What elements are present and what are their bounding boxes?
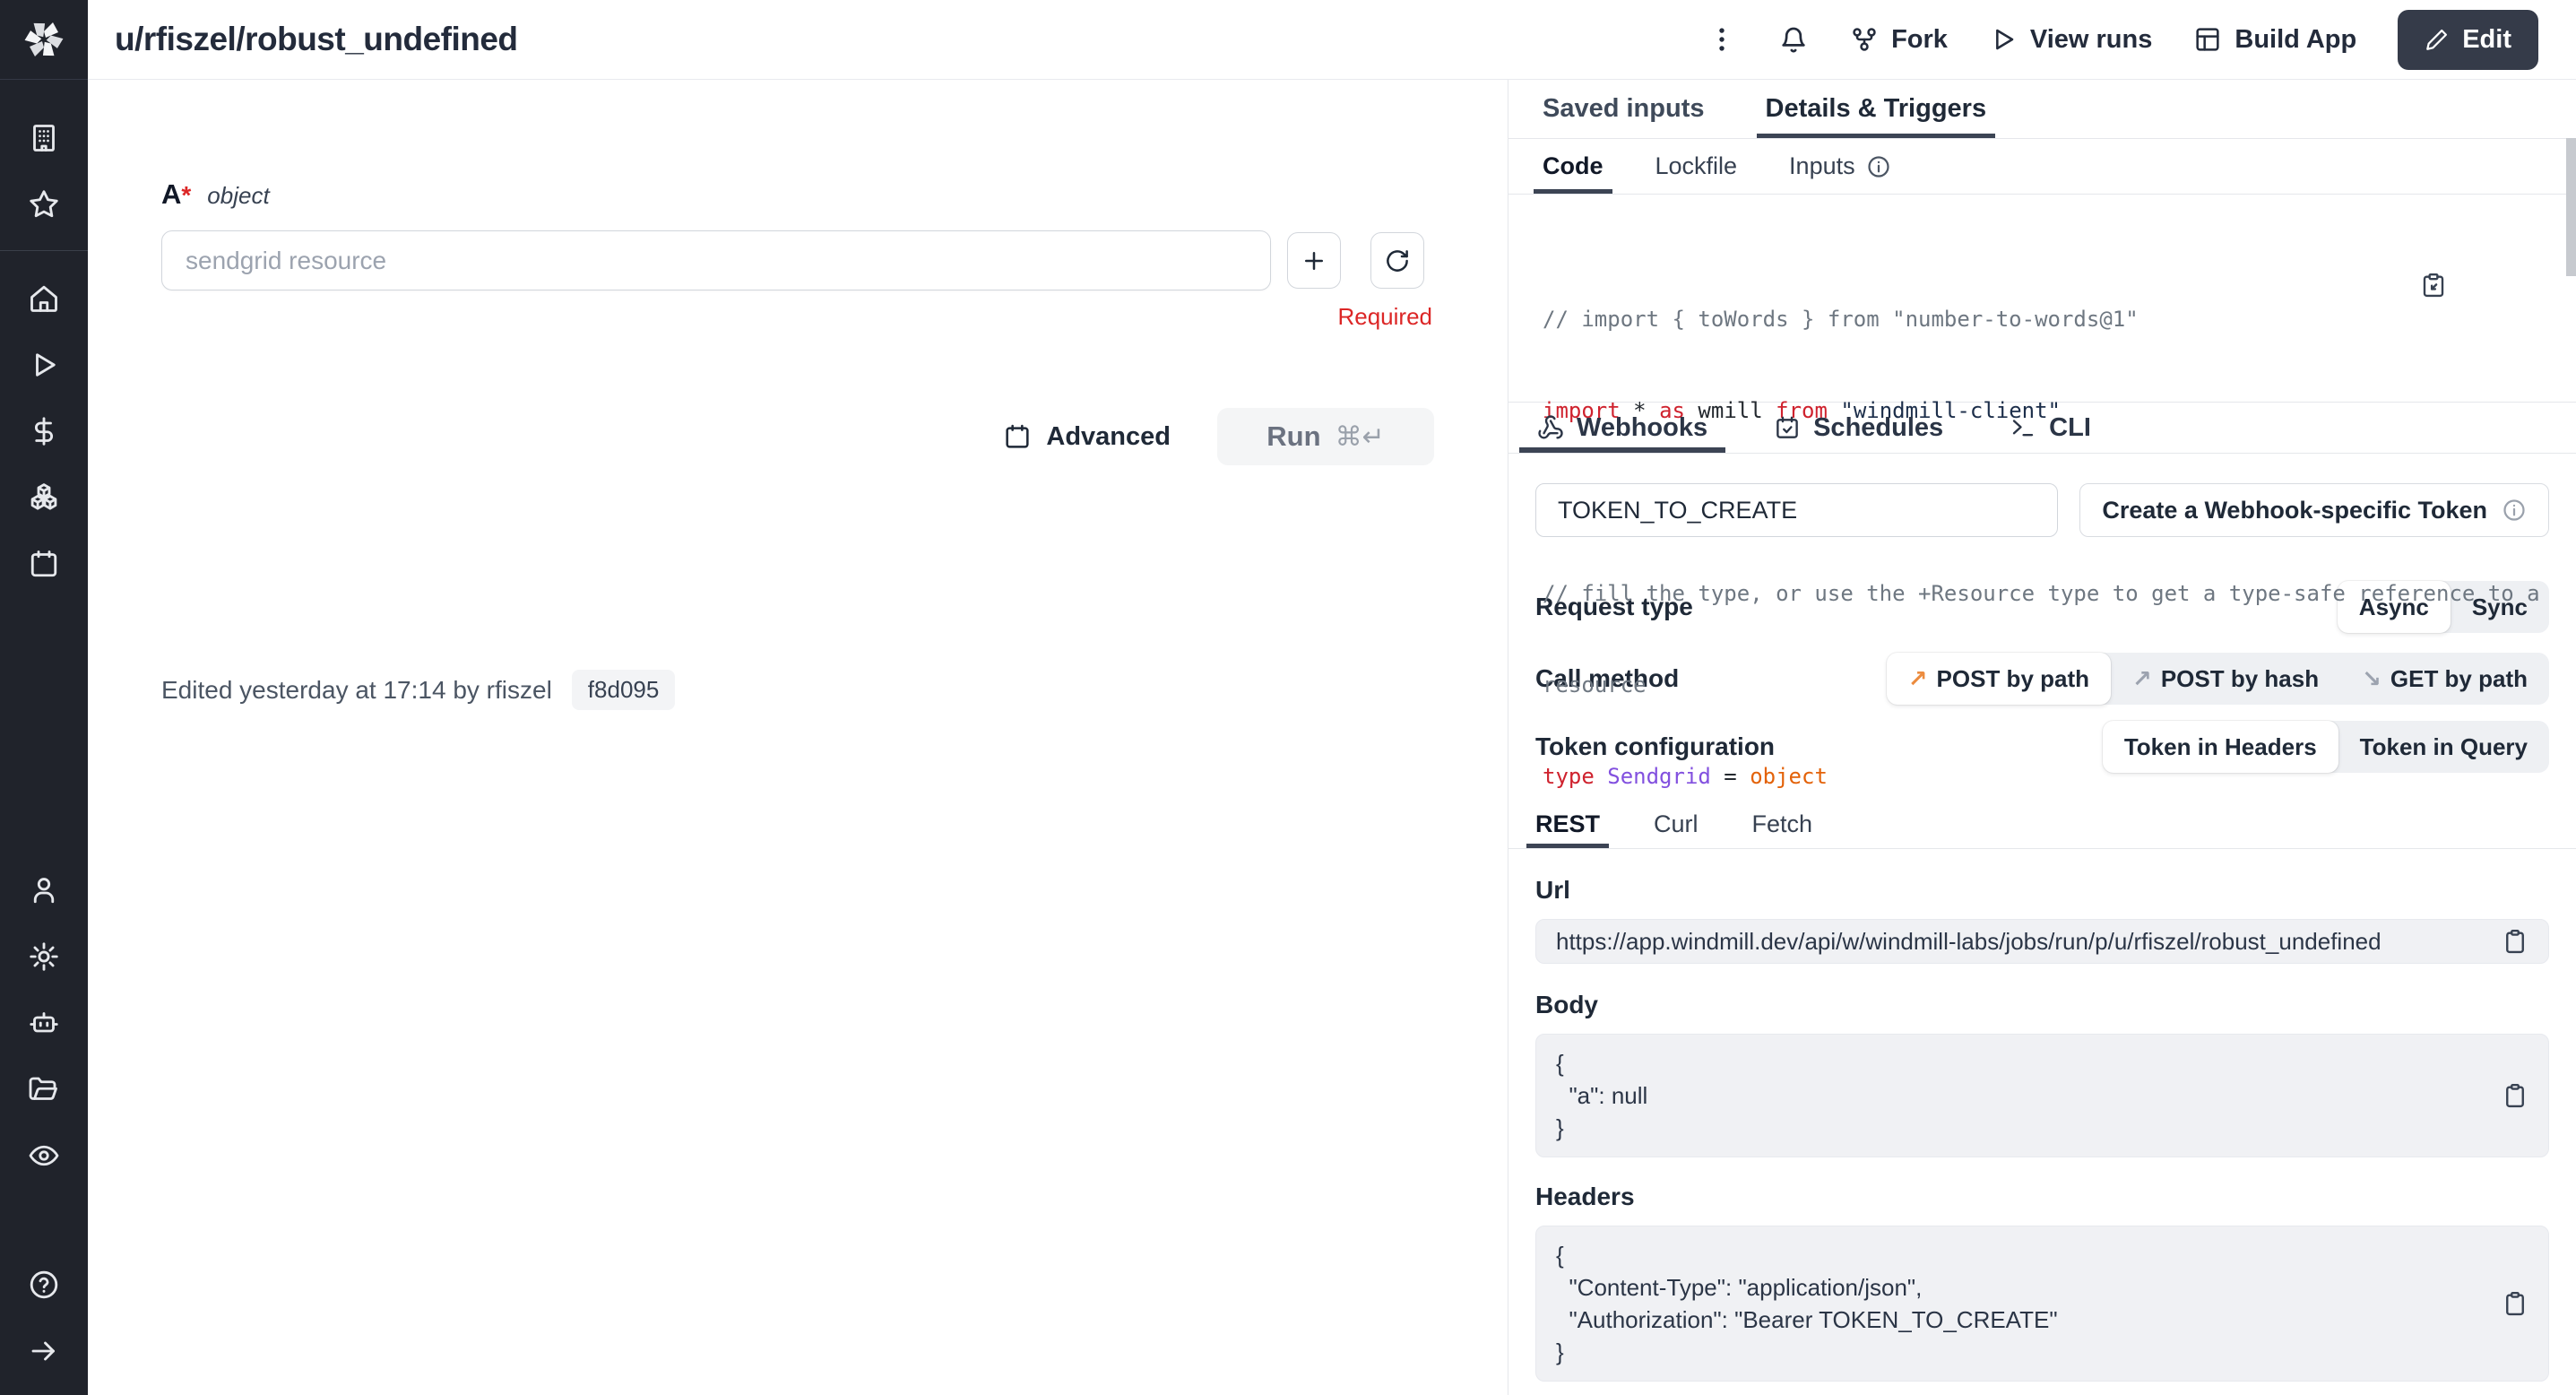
page-title: u/rfiszel/robust_undefined xyxy=(115,21,518,58)
sidebar xyxy=(0,0,88,1395)
add-resource-button[interactable] xyxy=(1287,232,1341,289)
folder-open-icon[interactable] xyxy=(0,1056,88,1122)
version-hash-badge: f8d095 xyxy=(572,670,676,710)
copy-headers-icon[interactable] xyxy=(2502,1290,2528,1317)
eye-icon[interactable] xyxy=(0,1122,88,1189)
panel-tabs: Saved inputs Details & Triggers xyxy=(1508,80,2576,139)
dollar-icon[interactable] xyxy=(0,398,88,464)
edit-label: Edit xyxy=(2462,25,2511,55)
url-value: https://app.windmill.dev/api/w/windmill-… xyxy=(1556,928,2502,956)
building-icon[interactable] xyxy=(0,105,88,171)
sidebar-group-nav xyxy=(0,265,88,597)
tab-fetch[interactable]: Fetch xyxy=(1750,801,1815,848)
webhook-icon xyxy=(1537,414,1564,441)
home-icon[interactable] xyxy=(0,265,88,332)
code-line: // fill the type, or use the +Resource t… xyxy=(1543,578,2495,609)
tab-schedules[interactable]: Schedules xyxy=(1768,403,1949,453)
body-box: { "a": null} xyxy=(1535,1034,2549,1157)
play-icon[interactable] xyxy=(0,332,88,398)
run-label: Run xyxy=(1266,420,1320,453)
fork-label: Fork xyxy=(1891,25,1948,55)
code-tabs: Code Lockfile Inputs xyxy=(1508,139,2576,195)
refresh-button[interactable] xyxy=(1370,232,1424,289)
url-label: Url xyxy=(1535,876,2549,905)
windmill-logo-icon[interactable] xyxy=(0,0,88,80)
build-app-button[interactable]: Build App xyxy=(2193,25,2356,55)
edit-button[interactable]: Edit xyxy=(2398,10,2538,70)
code-line: // import { toWords } from "number-to-wo… xyxy=(1543,304,2495,334)
terminal-icon xyxy=(2010,414,2036,441)
required-star: * xyxy=(181,181,191,210)
resource-input[interactable] xyxy=(161,230,1271,290)
tab-rest[interactable]: REST xyxy=(1534,801,1602,848)
user-icon[interactable] xyxy=(0,857,88,923)
tab-details-triggers[interactable]: Details & Triggers xyxy=(1762,80,1991,138)
tab-lockfile[interactable]: Lockfile xyxy=(1654,139,1740,194)
robot-icon[interactable] xyxy=(0,990,88,1056)
build-app-label: Build App xyxy=(2235,25,2356,55)
copy-url-icon[interactable] xyxy=(2502,928,2528,955)
code-line: resource xyxy=(1543,670,2495,700)
headers-label: Headers xyxy=(1535,1183,2549,1211)
details-panel: Saved inputs Details & Triggers Code Loc… xyxy=(1508,80,2576,1395)
run-form-area: A* object Required Advanced xyxy=(88,80,1508,1395)
field-type: object xyxy=(207,182,269,210)
sidebar-group-footer xyxy=(0,1252,88,1384)
headers-json: { "Content-Type": "application/json", "A… xyxy=(1556,1239,2502,1368)
field-name: A xyxy=(161,178,181,211)
body-label: Body xyxy=(1535,991,2549,1019)
fork-button[interactable]: Fork xyxy=(1850,25,1948,55)
refresh-icon xyxy=(1384,247,1411,274)
advanced-label: Advanced xyxy=(1046,422,1171,452)
tab-curl[interactable]: Curl xyxy=(1652,801,1700,848)
tab-saved-inputs[interactable]: Saved inputs xyxy=(1539,80,1708,138)
kebab-menu-icon[interactable] xyxy=(1707,24,1737,55)
info-icon xyxy=(1866,154,1891,179)
arrow-right-icon[interactable] xyxy=(0,1318,88,1384)
run-shortcut: ⌘↵ xyxy=(1336,421,1385,453)
required-note: Required xyxy=(161,303,1432,331)
sidebar-divider xyxy=(0,250,88,251)
run-button[interactable]: Run ⌘↵ xyxy=(1217,408,1434,465)
copy-body-icon[interactable] xyxy=(2502,1082,2528,1109)
edited-note: Edited yesterday at 17:14 by rfiszel xyxy=(161,676,552,705)
view-runs-label: View runs xyxy=(2030,25,2152,55)
body-json: { "a": null} xyxy=(1556,1047,2502,1144)
pencil-icon xyxy=(2425,27,2450,52)
calendar-icon[interactable] xyxy=(0,531,88,597)
url-box: https://app.windmill.dev/api/w/windmill-… xyxy=(1535,919,2549,964)
code-viewer: // import { toWords } from "number-to-wo… xyxy=(1508,195,2576,402)
tab-webhooks[interactable]: Webhooks xyxy=(1532,403,1713,453)
tab-inputs[interactable]: Inputs xyxy=(1787,139,1893,194)
calendar-icon xyxy=(1003,422,1032,451)
tab-code[interactable]: Code xyxy=(1541,139,1605,194)
header: u/rfiszel/robust_undefined Fork View run… xyxy=(88,0,2576,80)
panel-scrollbar[interactable] xyxy=(2566,138,2576,276)
star-icon[interactable] xyxy=(0,171,88,238)
advanced-button[interactable]: Advanced xyxy=(1003,422,1171,452)
calendar-check-icon xyxy=(1774,414,1801,441)
field-label: A* object xyxy=(161,178,1427,211)
view-runs-button[interactable]: View runs xyxy=(1989,25,2152,55)
info-icon xyxy=(2502,498,2527,523)
gear-icon[interactable] xyxy=(0,923,88,990)
bell-icon[interactable] xyxy=(1778,24,1809,55)
headers-box: { "Content-Type": "application/json", "A… xyxy=(1535,1226,2549,1382)
tab-cli[interactable]: CLI xyxy=(2004,403,2096,453)
boxes-icon[interactable] xyxy=(0,464,88,531)
sidebar-group-workspace xyxy=(0,105,88,238)
help-icon[interactable] xyxy=(0,1252,88,1318)
plus-icon xyxy=(1301,247,1327,274)
copy-code-icon[interactable] xyxy=(2420,211,2550,360)
code-line: type Sendgrid = object xyxy=(1543,761,2495,792)
sidebar-group-admin xyxy=(0,857,88,1189)
